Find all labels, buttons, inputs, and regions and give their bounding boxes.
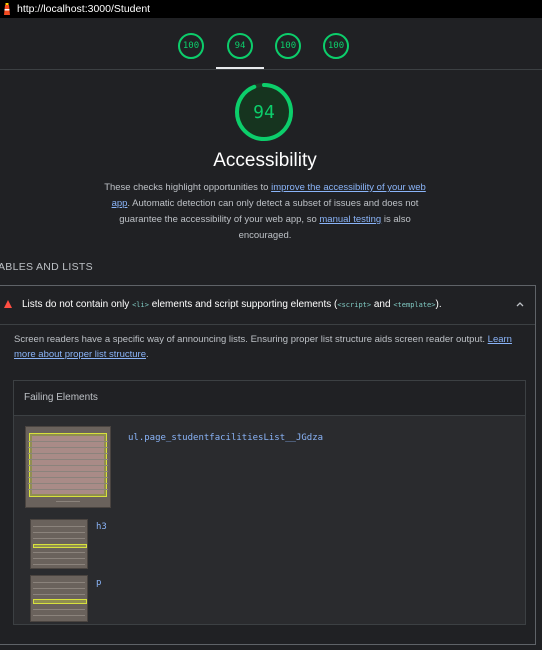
- category-tabs: 100 94 100 100: [0, 18, 542, 70]
- active-tab-indicator: [216, 67, 264, 69]
- failing-elements-table: Failing Elements ul.page_studentfaciliti…: [13, 380, 526, 625]
- failing-elements-header: Failing Elements: [14, 381, 525, 416]
- audit-group-title: ABLES AND LISTS: [0, 261, 93, 273]
- tab-best-practices-gauge[interactable]: 100: [275, 33, 301, 59]
- browser-bar: http://localhost:3000/Student: [0, 0, 542, 18]
- element-screenshot: [30, 575, 88, 622]
- tab-performance-gauge[interactable]: 100: [178, 33, 204, 59]
- code-script: <script>: [337, 301, 372, 309]
- tab-seo-gauge[interactable]: 100: [323, 33, 349, 59]
- audit-list-item: Lists do not contain only <li> elements …: [0, 285, 536, 645]
- failing-element-selector[interactable]: h3: [96, 522, 107, 532]
- desc-text-1: These checks highlight opportunities to: [104, 182, 272, 193]
- code-li: <li>: [132, 301, 149, 309]
- lighthouse-logo-icon: [4, 3, 10, 15]
- failing-element-selector[interactable]: p: [96, 578, 101, 588]
- code-template: <template>: [393, 301, 436, 309]
- audit-description: Screen readers have a specific way of an…: [14, 334, 512, 360]
- element-screenshot: [30, 519, 88, 569]
- page-url: http://localhost:3000/Student: [17, 3, 151, 15]
- chevron-up-icon[interactable]: [514, 298, 526, 310]
- category-title: Accessibility: [213, 150, 317, 171]
- category-score: 94: [253, 101, 275, 123]
- category-description: These checks highlight opportunities to …: [100, 180, 430, 244]
- audit-title: Lists do not contain only <li> elements …: [22, 299, 442, 310]
- audit-header[interactable]: Lists do not contain only <li> elements …: [0, 286, 535, 325]
- manual-testing-link[interactable]: manual testing: [319, 214, 381, 225]
- fail-triangle-icon: [4, 300, 12, 308]
- failing-element-selector[interactable]: ul.page_studentfacilitiesList__JGdza: [128, 433, 323, 443]
- tab-accessibility-gauge[interactable]: 94: [227, 33, 253, 59]
- element-screenshot: [25, 426, 111, 508]
